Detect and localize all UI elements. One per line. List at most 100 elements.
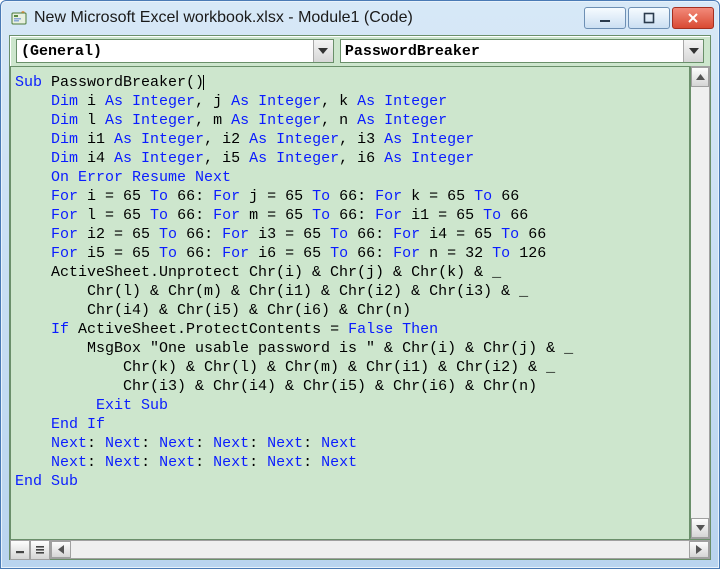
code-line[interactable]: For i = 65 To 66: For j = 65 To 66: For … [15, 187, 685, 206]
procedure-view-button[interactable] [10, 540, 30, 560]
dropdown-arrow-icon[interactable] [313, 40, 333, 62]
keyword-token: To [159, 245, 177, 262]
keyword-token: Next [267, 454, 303, 471]
code-line[interactable]: Next: Next: Next: Next: Next: Next [15, 453, 685, 472]
vertical-scrollbar[interactable] [690, 66, 710, 539]
keyword-token: As Integer [105, 93, 195, 110]
code-token: ActiveSheet.Unprotect Chr(i) & Chr(j) & … [15, 264, 501, 281]
horizontal-scrollbar[interactable] [50, 540, 710, 559]
keyword-token: Next [213, 435, 249, 452]
text-caret [203, 75, 204, 90]
procedure-combo[interactable]: PasswordBreaker [340, 39, 704, 63]
code-token: Chr(i4) & Chr(i5) & Chr(i6) & Chr(n) [15, 302, 411, 319]
code-token: 66: [168, 188, 213, 205]
code-token: : [249, 435, 267, 452]
scroll-down-button[interactable] [691, 518, 709, 538]
code-line[interactable]: For i2 = 65 To 66: For i3 = 65 To 66: Fo… [15, 225, 685, 244]
close-button[interactable] [672, 7, 714, 29]
code-line[interactable]: Sub PasswordBreaker() [15, 73, 685, 92]
keyword-token: To [312, 188, 330, 205]
code-token [15, 207, 51, 224]
code-line[interactable]: Chr(l) & Chr(m) & Chr(i1) & Chr(i2) & Ch… [15, 282, 685, 301]
scroll-track[interactable] [71, 541, 689, 558]
code-line[interactable]: Dim i1 As Integer, i2 As Integer, i3 As … [15, 130, 685, 149]
full-module-view-button[interactable] [30, 540, 50, 560]
keyword-token: As Integer [105, 112, 195, 129]
code-token: k = 65 [402, 188, 474, 205]
maximize-button[interactable] [628, 7, 670, 29]
keyword-token: Next [105, 454, 141, 471]
object-combo[interactable]: (General) [16, 39, 334, 63]
code-token: : [87, 435, 105, 452]
code-token: : [87, 454, 105, 471]
keyword-token: As Integer [114, 150, 204, 167]
code-token: , i2 [204, 131, 249, 148]
keyword-token: To [492, 245, 510, 262]
keyword-token: Dim [51, 112, 78, 129]
code-editor[interactable]: Sub PasswordBreaker() Dim i As Integer, … [10, 66, 690, 539]
code-line[interactable]: On Error Resume Next [15, 168, 685, 187]
code-line[interactable]: For i5 = 65 To 66: For i6 = 65 To 66: Fo… [15, 244, 685, 263]
code-token: i [78, 93, 105, 110]
code-line[interactable]: Next: Next: Next: Next: Next: Next [15, 434, 685, 453]
code-token: 66 [519, 226, 546, 243]
scroll-right-button[interactable] [689, 541, 709, 558]
procedure-combo-value: PasswordBreaker [345, 43, 480, 60]
code-line[interactable]: Dim i As Integer, j As Integer, k As Int… [15, 92, 685, 111]
keyword-token: To [330, 226, 348, 243]
code-line[interactable]: If ActiveSheet.ProtectContents = False T… [15, 320, 685, 339]
minimize-button[interactable] [584, 7, 626, 29]
code-token: n = 32 [420, 245, 492, 262]
code-line[interactable]: Dim l As Integer, m As Integer, n As Int… [15, 111, 685, 130]
keyword-token: Next [321, 435, 357, 452]
keyword-token: For [213, 207, 240, 224]
keyword-token: As Integer [384, 150, 474, 167]
keyword-token: As Integer [357, 112, 447, 129]
code-line[interactable]: Chr(k) & Chr(l) & Chr(m) & Chr(i1) & Chr… [15, 358, 685, 377]
keyword-token: Exit Sub [96, 397, 168, 414]
code-token [15, 131, 51, 148]
keyword-token: False Then [348, 321, 438, 338]
app-icon [10, 9, 28, 27]
dropdown-arrow-icon[interactable] [683, 40, 703, 62]
code-line[interactable]: Chr(i4) & Chr(i5) & Chr(i6) & Chr(n) [15, 301, 685, 320]
keyword-token: End If [51, 416, 105, 433]
code-line[interactable]: Exit Sub [15, 396, 685, 415]
keyword-token: If [51, 321, 69, 338]
code-token [15, 435, 51, 452]
code-line[interactable]: Dim i4 As Integer, i5 As Integer, i6 As … [15, 149, 685, 168]
code-line[interactable]: End Sub [15, 472, 685, 491]
code-token: l = 65 [78, 207, 150, 224]
keyword-token: As Integer [249, 150, 339, 167]
code-line[interactable]: For l = 65 To 66: For m = 65 To 66: For … [15, 206, 685, 225]
code-line[interactable]: Chr(i3) & Chr(i4) & Chr(i5) & Chr(i6) & … [15, 377, 685, 396]
code-token: i1 [78, 131, 114, 148]
code-token: m = 65 [240, 207, 312, 224]
client-area: (General) PasswordBreaker Sub PasswordBr… [9, 35, 711, 560]
scroll-up-button[interactable] [691, 67, 709, 87]
titlebar[interactable]: New Microsoft Excel workbook.xlsx - Modu… [2, 2, 718, 34]
keyword-token: To [483, 207, 501, 224]
code-token: 66: [177, 226, 222, 243]
keyword-token: For [222, 245, 249, 262]
code-token: i4 = 65 [420, 226, 501, 243]
code-token [15, 188, 51, 205]
code-token: , m [195, 112, 231, 129]
code-token: , i5 [204, 150, 249, 167]
code-token: i1 = 65 [402, 207, 483, 224]
keyword-token: As Integer [357, 93, 447, 110]
code-token: 66: [348, 226, 393, 243]
code-line[interactable]: MsgBox "One usable password is " & Chr(i… [15, 339, 685, 358]
code-token [15, 397, 96, 414]
code-token [15, 169, 51, 186]
keyword-token: As Integer [249, 131, 339, 148]
code-token: Chr(l) & Chr(m) & Chr(i1) & Chr(i2) & Ch… [15, 283, 528, 300]
window-controls [584, 7, 714, 29]
scroll-left-button[interactable] [51, 541, 71, 558]
code-line[interactable]: End If [15, 415, 685, 434]
keyword-token: As Integer [114, 131, 204, 148]
scroll-track[interactable] [691, 87, 709, 518]
code-line[interactable]: ActiveSheet.Unprotect Chr(i) & Chr(j) & … [15, 263, 685, 282]
keyword-token: Next [159, 435, 195, 452]
code-token: MsgBox "One usable password is " & Chr(i… [15, 340, 573, 357]
